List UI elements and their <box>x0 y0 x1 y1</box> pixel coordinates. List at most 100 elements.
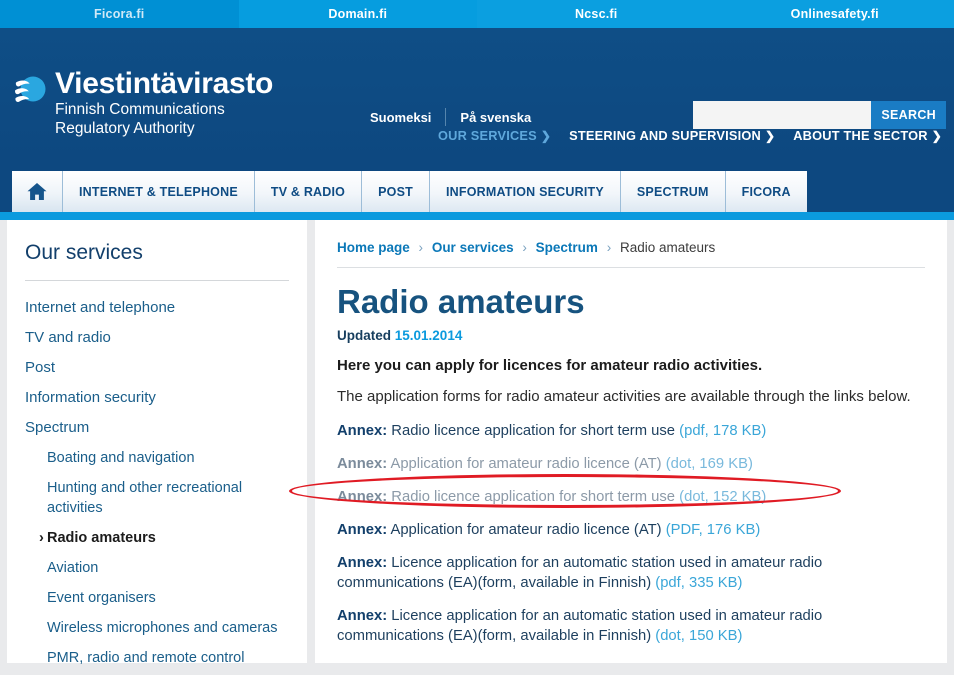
sidebar-item-label: Internet and telephone <box>25 299 176 316</box>
breadcrumb-separator: › <box>522 240 527 255</box>
breadcrumb-item-current: Radio amateurs <box>619 240 716 255</box>
nav-tab-tv-radio[interactable]: TV & RADIO <box>254 171 363 212</box>
sidebar-divider <box>25 280 289 281</box>
sidebar-item-wireless-microphones-and-cameras[interactable]: Wireless microphones and cameras <box>25 613 289 643</box>
annex-file-meta: (PDF, 176 KB) <box>665 522 761 538</box>
partner-link-onlinesafety[interactable]: Onlinesafety.fi <box>715 0 954 28</box>
home-icon <box>27 182 47 200</box>
annex-label: Annex: <box>337 555 388 571</box>
annex-label: Annex: <box>337 456 388 472</box>
annex-file-meta: (pdf, 335 KB) <box>655 575 743 591</box>
logo-subtitle-line1: Finnish Communications <box>55 101 225 118</box>
annex-row[interactable]: Annex: Radio licence application for sho… <box>337 421 902 454</box>
content-panel: Home page › Our services › Spectrum › Ra… <box>289 220 947 663</box>
sidebar-item-hunting-and-other-recreational-activities[interactable]: Hunting and other recreational activitie… <box>25 473 289 523</box>
search-button[interactable]: SEARCH <box>871 101 946 129</box>
sidebar-item-label: Aviation <box>47 560 99 576</box>
site-logo[interactable]: Viestintävirasto Finnish Communications … <box>12 68 273 138</box>
annex-label: Annex: <box>337 608 388 624</box>
nav-accent-bar <box>0 212 954 220</box>
nav-tab-spectrum[interactable]: SPECTRUM <box>620 171 726 212</box>
annex-link-text[interactable]: Application for amateur radio licence (A… <box>390 522 661 538</box>
annex-label: Annex: <box>337 489 388 505</box>
sidebar-menu: Internet and telephone TV and radio Post In… <box>25 293 289 673</box>
logo-title: Viestintävirasto <box>55 67 274 100</box>
breadcrumb-item-home-page[interactable]: Home page <box>337 240 410 255</box>
sidebar-item-event-organisers[interactable]: Event organisers <box>25 583 289 613</box>
partner-link-ficora[interactable]: Ficora.fi <box>0 0 239 28</box>
breadcrumb: Home page › Our services › Spectrum › Ra… <box>337 240 925 267</box>
sidebar-item-boating-and-navigation[interactable]: Boating and navigation <box>25 443 289 473</box>
sidebar-item-spectrum[interactable]: Spectrum <box>25 413 289 443</box>
breadcrumb-separator: › <box>418 240 424 255</box>
updated-label: Updated <box>337 328 391 343</box>
chevron-right-icon: ❯ <box>764 129 776 143</box>
sidebar-item-label: Wireless microphones and cameras <box>47 620 278 636</box>
subnav-item-steering-and-supervision[interactable]: STEERING AND SUPERVISION ❯ <box>569 128 775 143</box>
annex-file-meta: (dot, 150 KB) <box>655 628 743 644</box>
main-nav-tabs: INTERNET & TELEPHONE TV & RADIO POST INF… <box>12 171 942 212</box>
sidebar-item-label: Spectrum <box>25 419 90 436</box>
language-divider <box>445 108 447 126</box>
annex-link-text[interactable]: Radio licence application for short term… <box>391 489 675 505</box>
nav-tab-internet-telephone[interactable]: INTERNET & TELEPHONE <box>63 171 255 212</box>
content-divider <box>337 267 925 268</box>
annex-list: Annex: Radio licence application for sho… <box>337 421 925 659</box>
sidebar-item-internet-and-telephone[interactable]: Internet and telephone <box>25 293 289 323</box>
sidebar-item-label: Hunting and other recreational activitie… <box>47 480 243 516</box>
sidebar-item-label: PMR, radio and remote control <box>47 650 245 666</box>
annex-link-text[interactable]: Licence application for an automatic sta… <box>337 555 822 591</box>
breadcrumb-item-spectrum[interactable]: Spectrum <box>536 240 598 255</box>
annex-link-text[interactable]: Licence application for an automatic sta… <box>337 608 822 644</box>
partner-site-bar: Ficora.fi Domain.fi Ncsc.fi Onlinesafety… <box>0 0 954 28</box>
sidebar-item-label: Post <box>25 359 56 376</box>
annex-link-text[interactable]: Radio licence application for short term… <box>391 423 675 439</box>
annex-row[interactable]: Annex: Application for amateur radio lic… <box>337 520 902 553</box>
sidebar-item-pmr-radio-and-remote-control[interactable]: PMR, radio and remote control <box>25 643 289 673</box>
secondary-navigation: OUR SERVICES ❯ STEERING AND SUPERVISION ❯ … <box>438 128 942 143</box>
updated-date: 15.01.2014 <box>394 328 463 343</box>
sidebar-item-information-security[interactable]: Information security <box>25 383 289 413</box>
intro-paragraph: The application forms for radio amateur … <box>337 388 911 405</box>
partner-link-domain[interactable]: Domain.fi <box>238 0 477 28</box>
breadcrumb-item-our-services[interactable]: Our services <box>432 240 514 255</box>
sidebar-item-label: Radio amateurs <box>47 530 156 546</box>
sidebar-item-radio-amateurs[interactable]: › Radio amateurs <box>25 523 289 553</box>
sidebar-item-label: Information security <box>25 389 156 406</box>
nav-tab-ficora[interactable]: FICORA <box>725 171 807 212</box>
subnav-item-our-services[interactable]: OUR SERVICES ❯ <box>438 128 551 143</box>
subnav-label: ABOUT THE SECTOR <box>793 128 928 143</box>
logo-subtitle-line2: Regulatory Authority <box>55 120 195 137</box>
sidebar-item-tv-and-radio[interactable]: TV and radio <box>25 323 289 353</box>
subnav-item-about-the-sector[interactable]: ABOUT THE SECTOR ❯ <box>793 128 942 143</box>
sidebar: Our services Internet and telephone TV an… <box>7 220 307 666</box>
annex-file-meta: (pdf, 178 KB) <box>679 423 767 439</box>
breadcrumb-separator: › <box>606 240 612 255</box>
language-link-swedish[interactable]: På svenska <box>460 110 531 125</box>
annex-row[interactable]: Annex: Radio licence application for sho… <box>337 487 902 520</box>
annex-link-text[interactable]: Application for amateur radio licence (A… <box>390 456 661 472</box>
annex-row[interactable]: Annex: Licence application for an automa… <box>337 553 902 606</box>
sidebar-item-aviation[interactable]: Aviation <box>25 553 289 583</box>
annex-file-meta: (dot, 169 KB) <box>665 456 753 472</box>
annex-label: Annex: <box>337 423 388 439</box>
chevron-right-icon: ❯ <box>540 129 552 143</box>
language-link-finnish[interactable]: Suomeksi <box>370 110 431 125</box>
sidebar-item-post[interactable]: Post <box>25 353 289 383</box>
subnav-label: OUR SERVICES <box>438 128 537 143</box>
nav-tab-home[interactable] <box>12 171 63 212</box>
updated-stamp: Updated 15.01.2014 <box>337 328 925 357</box>
sidebar-item-label: Event organisers <box>47 590 156 606</box>
search-input[interactable] <box>693 101 872 129</box>
lead-paragraph: Here you can apply for licences for amat… <box>337 357 763 374</box>
annex-row[interactable]: Annex: Licence application for an automa… <box>337 606 902 659</box>
sidebar-item-label: TV and radio <box>25 329 111 346</box>
nav-tab-information-security[interactable]: INFORMATION SECURITY <box>429 171 621 212</box>
main-navigation: INTERNET & TELEPHONE TV & RADIO POST INF… <box>0 163 954 220</box>
language-switcher: Suomeksi På svenska <box>370 108 531 126</box>
annex-row[interactable]: Annex: Application for amateur radio lic… <box>337 454 902 487</box>
partner-link-ncsc[interactable]: Ncsc.fi <box>477 0 716 28</box>
sidebar-title: Our services <box>25 241 143 264</box>
annex-file-meta: (dot, 152 KB) <box>679 489 767 505</box>
nav-tab-post[interactable]: POST <box>362 171 430 212</box>
